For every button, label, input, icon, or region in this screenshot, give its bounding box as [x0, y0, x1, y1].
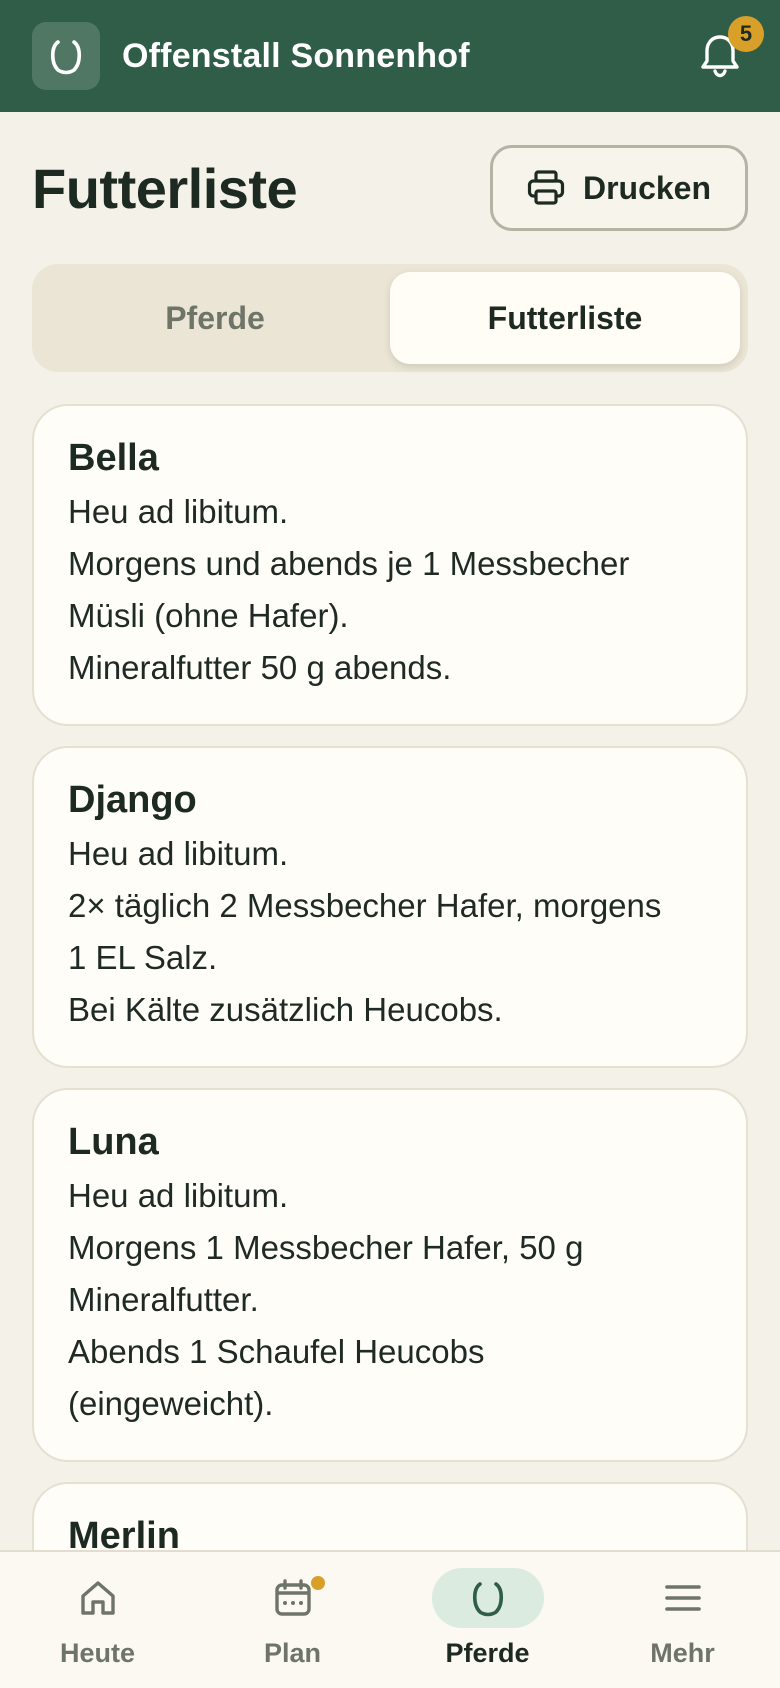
app-screen: Offenstall Sonnenhof 5 Futterliste Druck… [0, 0, 780, 1688]
feed-line: Müsli (ohne Hafer). [68, 597, 349, 634]
app-logo[interactable] [32, 22, 100, 90]
feed-line: Mineralfutter. [68, 1281, 259, 1318]
nav-label: Pferde [445, 1638, 530, 1668]
feed-line: Abends 1 Schaufel Heucobs [68, 1333, 485, 1370]
notifications-button[interactable]: 5 [692, 16, 764, 84]
feed-card[interactable]: Django Heu ad libitum. 2× täglich 2 Mess… [32, 746, 748, 1068]
page-title: Futterliste [32, 156, 298, 220]
nav-item-plan[interactable]: Plan [195, 1552, 390, 1688]
feed-line: Morgens und abends je 1 Messbecher [68, 545, 630, 582]
nav-item-pferde[interactable]: Pferde [390, 1552, 585, 1688]
feed-line: Heu ad libitum. [68, 835, 289, 872]
tab-futterliste[interactable]: Futterliste [390, 272, 740, 364]
feed-line: Bei Kälte zusätzlich Heucobs. [68, 991, 503, 1028]
plan-notification-dot [310, 1576, 325, 1590]
view-switcher: Pferde Futterliste [32, 264, 748, 372]
bottom-navigation: Heute Plan Pferde Mehr [0, 1550, 780, 1688]
nav-label: Mehr [650, 1638, 715, 1668]
printer-icon [527, 170, 565, 205]
feed-list: Bella Heu ad libitum. Morgens und abends… [32, 404, 748, 1688]
feed-line: Morgens 1 Messbecher Hafer, 50 g [68, 1229, 584, 1266]
horseshoe-icon [50, 40, 82, 75]
feed-line: Heu ad libitum. [68, 1177, 289, 1214]
feed-card[interactable]: Bella Heu ad libitum. Morgens und abends… [32, 404, 748, 726]
nav-item-mehr[interactable]: Mehr [585, 1552, 780, 1688]
top-bar: Offenstall Sonnenhof 5 [0, 0, 780, 112]
print-button[interactable]: Drucken [490, 145, 748, 231]
home-icon [80, 1581, 115, 1615]
horse-name: Django [68, 779, 197, 821]
feed-line: 2× täglich 2 Messbecher Hafer, morgens [68, 887, 662, 924]
tab-pferde[interactable]: Pferde [40, 272, 390, 364]
nav-item-heute[interactable]: Heute [0, 1552, 195, 1688]
print-button-label: Drucken [582, 169, 712, 206]
horseshoe-icon [472, 1582, 503, 1617]
feed-card[interactable]: Luna Heu ad libitum. Morgens 1 Messbeche… [32, 1088, 748, 1462]
horse-name: Bella [68, 437, 159, 479]
nav-icon-container [42, 1568, 154, 1628]
page-header: Futterliste Drucken [32, 144, 748, 232]
nav-icon-container [237, 1568, 349, 1628]
app-title: Offenstall Sonnenhof [122, 36, 470, 75]
menu-icon [664, 1585, 701, 1611]
horse-name: Luna [68, 1121, 159, 1163]
feed-line: (eingeweicht). [68, 1385, 274, 1422]
feed-line: Mineralfutter 50 g abends. [68, 649, 452, 686]
feed-line: Heu ad libitum. [68, 493, 289, 530]
nav-icon-container [627, 1568, 739, 1628]
nav-label: Heute [59, 1638, 135, 1668]
nav-label: Plan [263, 1638, 322, 1668]
nav-icon-container [431, 1568, 544, 1628]
feed-line: 1 EL Salz. [68, 939, 218, 976]
notification-badge: 5 [728, 16, 764, 52]
calendar-icon [274, 1579, 311, 1616]
